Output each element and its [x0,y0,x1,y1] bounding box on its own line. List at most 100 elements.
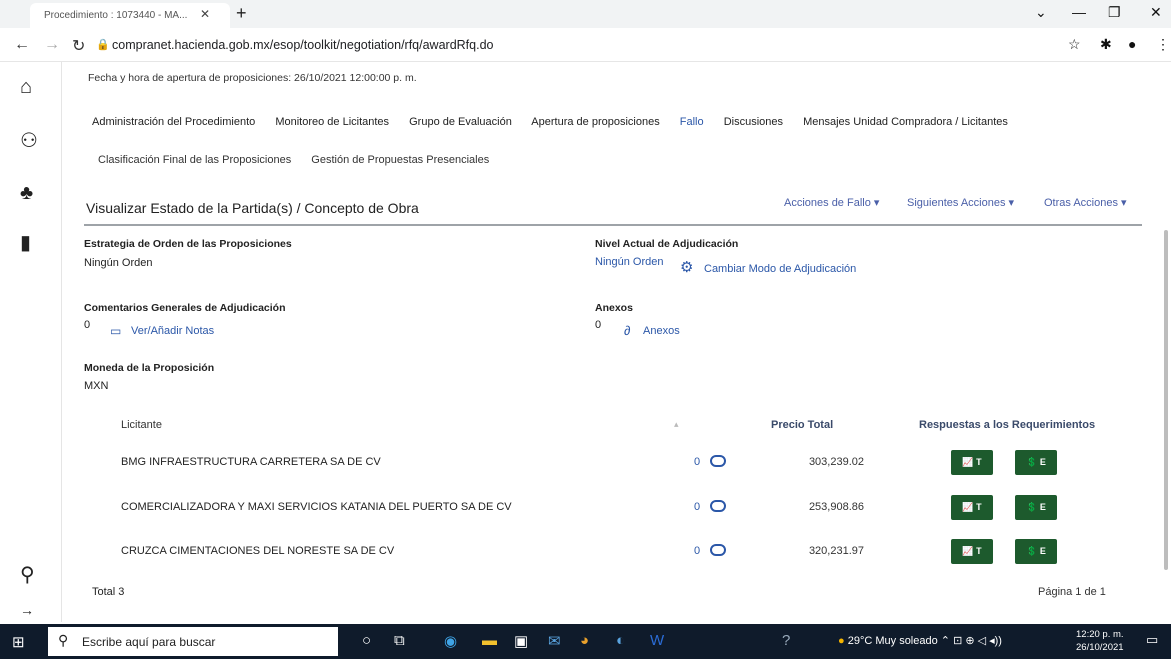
system-clock[interactable]: 12:20 p. m. 26/10/2021 [1076,628,1124,654]
forward-icon[interactable]: → [44,36,60,54]
tecnica-button[interactable]: 📈 T [951,450,993,475]
people-icon[interactable]: ⚇ [20,128,38,153]
maximize-button[interactable]: ❐ [1108,4,1121,21]
chat-icon[interactable] [710,455,726,467]
expand-arrow-icon[interactable]: → [20,602,34,618]
tab-search-icon[interactable]: ⌄ [1035,4,1047,21]
primary-nav: Administración del Procedimiento Monitor… [92,116,1025,128]
cortana-icon[interactable]: ○ [362,632,371,649]
nav-fallo[interactable]: Fallo [680,116,704,128]
word-icon[interactable]: W [650,632,664,649]
windows-start-icon[interactable]: ⊞ [12,633,25,651]
left-rail: ⌂ ⚇ ♣ ▮ ⚲ → [0,62,62,622]
total-count: Total 3 [92,586,125,598]
tab-title: Procedimiento : 1073440 - MA... [44,10,188,21]
secondary-nav: Clasificación Final de las Proposiciones… [98,154,506,166]
nav-grupo-evaluacion[interactable]: Grupo de Evaluación [409,116,512,128]
cambiar-modo-link[interactable]: Cambiar Modo de Adjudicación [704,263,856,275]
reload-icon[interactable]: ↻ [72,36,85,56]
clock-date: 26/10/2021 [1076,642,1124,653]
tab-close-icon[interactable]: ✕ [200,7,210,21]
chat-icon[interactable] [710,500,726,512]
minimize-button[interactable]: — [1072,4,1086,20]
section-divider [84,224,1142,226]
economica-button[interactable]: 💲 E [1015,450,1057,475]
nivel-label: Nivel Actual de Adjudicación [595,238,739,250]
weather-widget[interactable]: ● 29°C Muy soleado ⌃ ⊡ ⊕ ◁ ◂)) [838,634,1002,647]
nav-apertura[interactable]: Apertura de proposiciones [531,116,659,128]
message-count: 0 [694,545,701,557]
comentarios-count: 0 [84,319,91,331]
taskbar-search[interactable]: ⚲ Escribe aquí para buscar [48,627,338,656]
sun-icon: ● [838,635,845,647]
nivel-value: Ningún Orden [595,256,664,268]
estrategia-label: Estrategia de Orden de las Proposiciones [84,238,292,250]
bidder-name: COMERCIALIZADORA Y MAXI SERVICIOS KATANI… [121,501,512,513]
table-row: BMG INFRAESTRUCTURA CARRETERA SA DE CV 0… [62,444,1162,484]
file-explorer-icon[interactable]: ▬ [482,632,497,649]
precio-total: 320,231.97 [808,545,864,557]
tecnica-button[interactable]: 📈 T [951,539,993,564]
nav-discusiones[interactable]: Discusiones [724,116,783,128]
home-icon[interactable]: ⌂ [20,76,32,99]
message-count: 0 [694,501,701,513]
page-scrollbar[interactable] [1164,230,1168,570]
siguientes-acciones-menu[interactable]: Siguientes Acciones ▾ [907,196,1014,209]
chrome-icon[interactable]: ◕ [580,632,589,649]
chat-icon[interactable] [710,544,726,556]
ver-notas-link[interactable]: Ver/Añadir Notas [131,325,214,337]
economica-button[interactable]: 💲 E [1015,495,1057,520]
pagination: Página 1 de 1 [1038,586,1106,598]
clock-time: 12:20 p. m. [1076,629,1124,640]
main-content: Fecha y hora de apertura de proposicione… [62,62,1171,622]
section-title: Visualizar Estado de la Partida(s) / Con… [86,200,419,216]
lock-icon[interactable]: 🔒 [96,38,110,51]
nav-administracion[interactable]: Administración del Procedimiento [92,116,255,128]
tecnica-button[interactable]: 📈 T [951,495,993,520]
extensions-icon[interactable]: ✱ [1100,36,1112,53]
groups-icon[interactable]: ♣ [20,182,33,205]
nav-clasificacion-final[interactable]: Clasificación Final de las Proposiciones [98,154,291,166]
nav-monitoreo[interactable]: Monitoreo de Licitantes [275,116,389,128]
otras-acciones-menu[interactable]: Otras Acciones ▾ [1044,196,1127,209]
table-row: CRUZCA CIMENTACIONES DEL NORESTE SA DE C… [62,533,1162,573]
app-icon[interactable]: ◐ [616,632,625,649]
comentarios-label: Comentarios Generales de Adjudicación [84,302,286,314]
nav-gestion-propuestas[interactable]: Gestión de Propuestas Presenciales [311,154,489,166]
help-icon[interactable]: ? [782,632,790,649]
address-bar: ← → ↻ 🔒 compranet.hacienda.gob.mx/esop/t… [0,28,1171,62]
table-row: COMERCIALIZADORA Y MAXI SERVICIOS KATANI… [62,489,1162,529]
search-icon: ⚲ [58,632,69,648]
anexos-link[interactable]: Anexos [643,325,680,337]
star-icon[interactable]: ☆ [1068,36,1081,53]
documents-icon[interactable]: ▮ [20,230,31,255]
close-window-button[interactable]: ✕ [1150,4,1162,21]
notes-icon[interactable]: ▭ [110,324,121,338]
edge-icon[interactable]: ◉ [444,632,457,650]
browser-tabbar: Procedimiento : 1073440 - MA... ✕ + ⌄ — … [0,0,1171,28]
header-respuestas: Respuestas a los Requerimientos [919,419,1096,431]
profile-icon[interactable]: ● [1128,36,1136,52]
bidder-name: CRUZCA CIMENTACIONES DEL NORESTE SA DE C… [121,545,395,557]
header-licitante[interactable]: Licitante [121,419,162,431]
back-icon[interactable]: ← [14,36,30,54]
message-count: 0 [694,456,701,468]
taskbar: ⊞ ⚲ Escribe aquí para buscar ○ ⧉ ◉ ▬ ▣ ✉… [0,624,1171,659]
paperclip-icon[interactable]: ∂ [624,323,630,338]
mail-icon[interactable]: ✉ [548,632,561,650]
sort-icon[interactable]: ▴ [674,419,679,430]
header-precio-total[interactable]: Precio Total [771,419,833,431]
new-tab-button[interactable]: + [236,3,247,24]
task-view-icon[interactable]: ⧉ [394,632,405,649]
search-icon[interactable]: ⚲ [20,562,35,587]
store-icon[interactable]: ▣ [514,632,528,650]
acciones-fallo-menu[interactable]: Acciones de Fallo ▾ [784,196,879,209]
menu-icon[interactable]: ⋮ [1156,36,1170,53]
bidder-name: BMG INFRAESTRUCTURA CARRETERA SA DE CV [121,456,381,468]
economica-button[interactable]: 💲 E [1015,539,1057,564]
anexos-count: 0 [595,319,602,331]
notifications-icon[interactable]: ▭ [1146,632,1158,648]
nav-mensajes[interactable]: Mensajes Unidad Compradora / Licitantes [803,116,1008,128]
gear-icon[interactable]: ⚙ [680,258,693,276]
url-field[interactable]: compranet.hacienda.gob.mx/esop/toolkit/n… [112,38,493,52]
